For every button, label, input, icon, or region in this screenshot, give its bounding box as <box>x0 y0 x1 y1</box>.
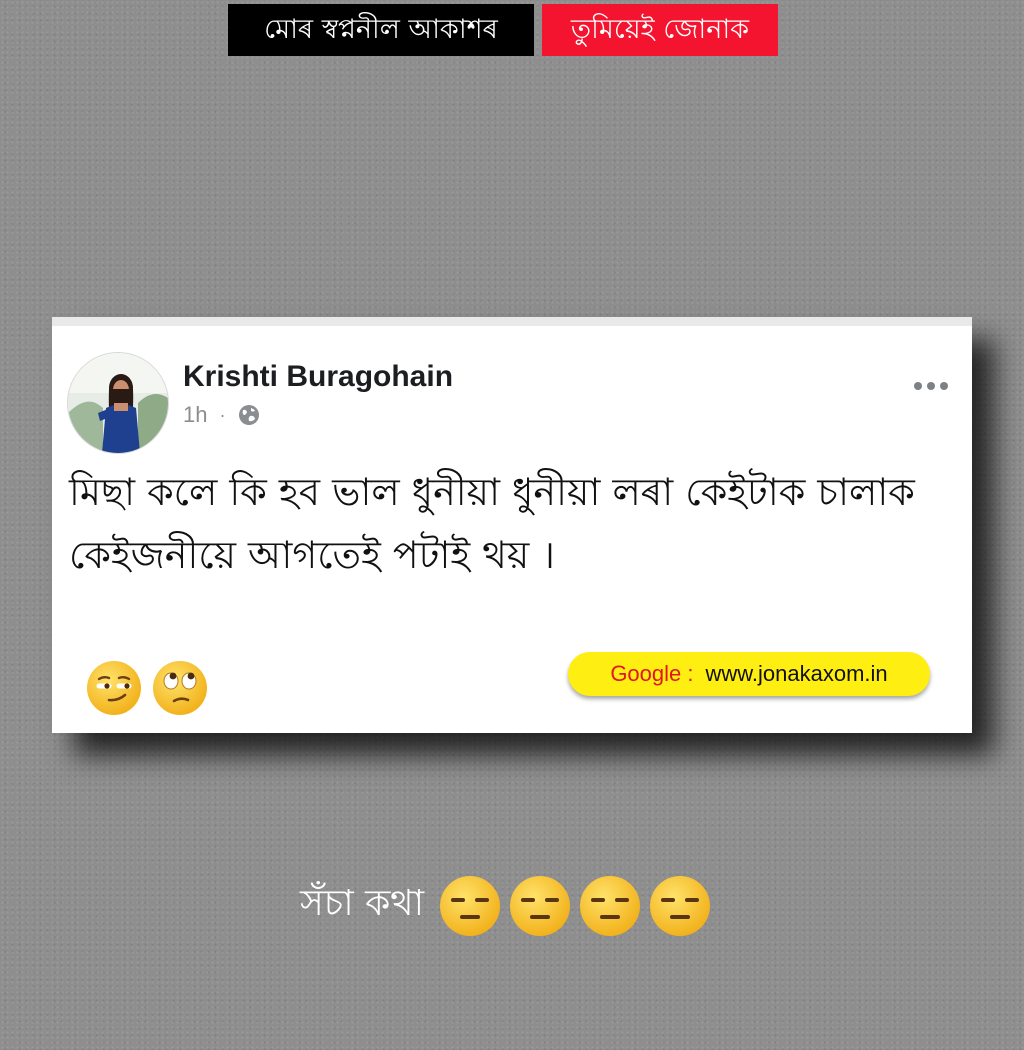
more-options-icon[interactable] <box>910 378 952 394</box>
post-card: Krishti Buragohain 1h · মিছা কলে কি হব ভ… <box>52 317 972 733</box>
smirking-face-emoji <box>87 661 141 715</box>
profile-photo <box>68 353 168 453</box>
post-timestamp[interactable]: 1h <box>183 402 207 428</box>
post-meta: 1h · <box>183 402 261 428</box>
author-name[interactable]: Krishti Buragohain <box>183 360 453 394</box>
banner-title-part2: তুমিয়েই জোনাক <box>542 4 778 56</box>
watermark-label: Google : <box>610 661 694 686</box>
caption-emoji-row <box>438 874 712 938</box>
post-text: মিছা কলে কি হব ভাল ধুনীয়া ধুনীয়া লৰা ক… <box>69 470 915 577</box>
avatar[interactable] <box>67 352 169 454</box>
more-dot <box>940 382 948 390</box>
expressionless-face-emoji <box>650 876 711 936</box>
banner-title-part1: মোৰ স্বপ্ননীল আকাশৰ <box>228 4 534 56</box>
more-dot <box>927 382 935 390</box>
expressionless-face-emoji <box>440 876 501 936</box>
globe-icon[interactable] <box>237 403 261 427</box>
expressionless-face-emoji <box>510 876 571 936</box>
website-watermark: Google : www.jonakaxom.in <box>568 652 930 696</box>
top-banner: মোৰ স্বপ্ননীল আকাশৰ তুমিয়েই জোনাক <box>228 4 778 56</box>
face-with-rolling-eyes-emoji <box>153 661 207 715</box>
bottom-caption: সঁচা কথা <box>300 874 712 938</box>
post-emoji-row <box>85 659 209 717</box>
expressionless-face-emoji <box>580 876 641 936</box>
caption-text: সঁচা কথা <box>300 883 425 924</box>
more-dot <box>914 382 922 390</box>
watermark-url: www.jonakaxom.in <box>705 661 888 686</box>
meta-separator: · <box>219 404 226 425</box>
